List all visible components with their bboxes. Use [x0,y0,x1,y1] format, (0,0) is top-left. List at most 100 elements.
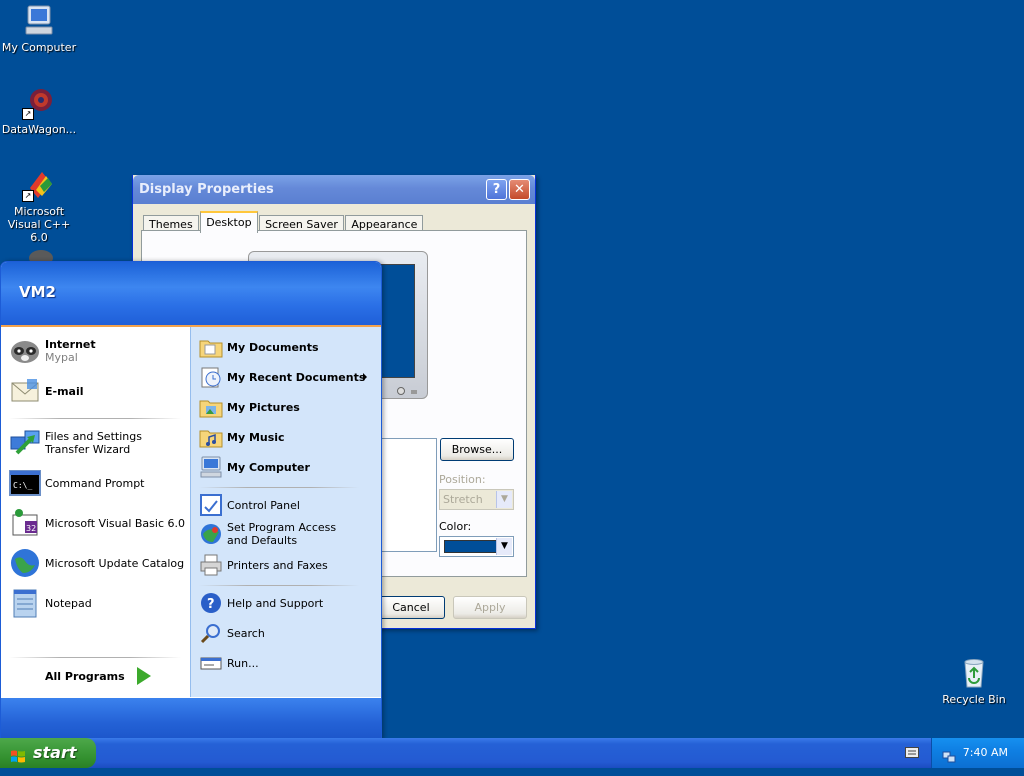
start-item-label: Set Program Access and Defaults [227,521,337,547]
monitor-power-led [397,387,405,395]
start-item-label: My Documents [227,340,319,354]
color-label: Color: [439,520,472,533]
desktop-icon-datawagon[interactable]: ↗ DataWagon... [0,86,79,136]
start-item-search[interactable]: Search [199,621,375,645]
user-name: VM2 [19,283,56,301]
start-item-label: My Computer [227,460,310,474]
start-item-title: E-mail [45,384,84,398]
windows-logo-icon [10,745,26,763]
apply-button[interactable]: Apply [453,596,527,619]
start-item-label: Files and Settings Transfer Wizard [45,430,142,456]
computer-icon [199,455,223,479]
start-item-email[interactable]: E-mail [9,375,185,407]
start-item-control-panel[interactable]: Control Panel [199,493,375,517]
desktop-icon-recycle-bin[interactable]: Recycle Bin [934,656,1014,706]
start-item-my-computer[interactable]: My Computer [199,455,375,479]
all-programs-button[interactable]: All Programs [45,667,151,685]
recent-documents-icon [199,365,223,389]
start-item-label: Help and Support [227,596,324,610]
mypal-raccoon-icon [9,335,41,367]
recycle-bin-icon [957,656,991,690]
clock[interactable]: 7:40 AM [963,738,1008,768]
network-icon[interactable] [942,746,956,763]
shortcut-arrow-icon: ↗ [22,190,34,202]
start-item-label: My Pictures [227,400,300,414]
run-icon [199,651,223,675]
help-button[interactable]: ? [486,179,507,200]
start-item-label: Run... [227,656,259,670]
datawagon-icon: ↗ [22,86,56,120]
desktop-icon-my-computer[interactable]: My Computer [0,4,79,54]
dialog-titlebar[interactable]: Display Properties ? ✕ [133,175,535,204]
visual-basic-icon: 32 [9,507,41,539]
start-button[interactable]: start [0,738,96,768]
start-item-label: My Recent Documents [227,370,366,384]
start-item-command-prompt[interactable]: C:\_ Command Prompt [9,467,185,499]
separator [9,418,181,419]
start-item-notepad[interactable]: Notepad [9,587,185,619]
help-icon: ? [199,591,223,615]
position-select[interactable]: Stretch ▼ [439,489,514,510]
start-item-label: My Music [227,430,285,444]
control-panel-icon [199,493,223,517]
chevron-down-icon: ▼ [496,538,512,555]
start-item-help[interactable]: ? Help and Support [199,591,375,615]
start-item-my-documents[interactable]: My Documents [199,335,375,359]
separator [199,487,359,488]
start-menu-footer [1,698,381,739]
start-item-label: Search [227,626,265,640]
green-arrow-icon [136,667,151,685]
start-item-internet[interactable]: Internet Mypal [9,335,185,367]
my-computer-icon [22,4,56,38]
start-item-label: Command Prompt [45,476,145,490]
search-icon [199,621,223,645]
folder-documents-icon [199,335,223,359]
desktop-icon-label: Recycle Bin [942,693,1006,706]
start-item-label: Microsoft Update Catalog [45,556,185,570]
position-label: Position: [439,473,486,486]
start-item-label: Microsoft Visual Basic 6.0 [45,516,186,530]
monitor-indicator [411,390,417,394]
shortcut-arrow-icon: ↗ [22,108,34,120]
notepad-icon [9,587,41,619]
desktop-icon-label: My Computer [1,41,77,54]
start-item-transfer-wizard[interactable]: Files and Settings Transfer Wizard [9,427,185,459]
start-item-my-pictures[interactable]: My Pictures [199,395,375,419]
desktop-icon-label: Microsoft Visual C++ 6.0 [7,205,71,244]
cancel-button[interactable]: Cancel [377,596,445,619]
separator [199,585,359,586]
keyboard-icon[interactable] [905,747,919,758]
start-item-update-catalog[interactable]: Microsoft Update Catalog [9,547,185,579]
start-label: start [33,743,77,762]
chevron-down-icon: ▼ [496,491,512,508]
start-item-label: Notepad [45,596,92,610]
system-tray: 7:40 AM [931,738,1024,768]
start-item-run[interactable]: Run... [199,651,375,675]
close-button[interactable]: ✕ [509,179,530,200]
start-item-label: Control Panel [227,498,300,512]
start-item-recent-documents[interactable]: My Recent Documents [199,365,375,389]
desktop-icon-label: DataWagon... [1,123,77,136]
start-item-label: Printers and Faxes [227,558,328,572]
program-access-icon [199,522,223,546]
transfer-wizard-icon [9,427,41,459]
folder-music-icon [199,425,223,449]
desktop-icon-visual-cpp[interactable]: ↗ Microsoft Visual C++ 6.0 [0,168,79,244]
start-item-visual-basic[interactable]: 32 Microsoft Visual Basic 6.0 [9,507,185,539]
color-picker[interactable]: ▼ [439,536,514,557]
browse-button[interactable]: Browse... [440,438,514,461]
separator [9,657,181,658]
visual-cpp-icon: ↗ [22,168,56,202]
start-item-printers[interactable]: Printers and Faxes [199,553,375,577]
start-menu[interactable]: VM2 Internet Mypal E-mail Files and Sett… [0,261,382,740]
tab-desktop[interactable]: Desktop [200,211,258,233]
svg-text:32: 32 [26,524,36,533]
start-item-program-access[interactable]: Set Program Access and Defaults [199,521,375,547]
folder-pictures-icon [199,395,223,419]
start-menu-left-pane: Internet Mypal E-mail Files and Settings… [1,327,189,697]
start-item-my-music[interactable]: My Music [199,425,375,449]
color-swatch [444,540,501,553]
email-envelope-icon [9,375,41,407]
printer-icon [199,553,223,577]
position-value: Stretch [443,493,483,506]
